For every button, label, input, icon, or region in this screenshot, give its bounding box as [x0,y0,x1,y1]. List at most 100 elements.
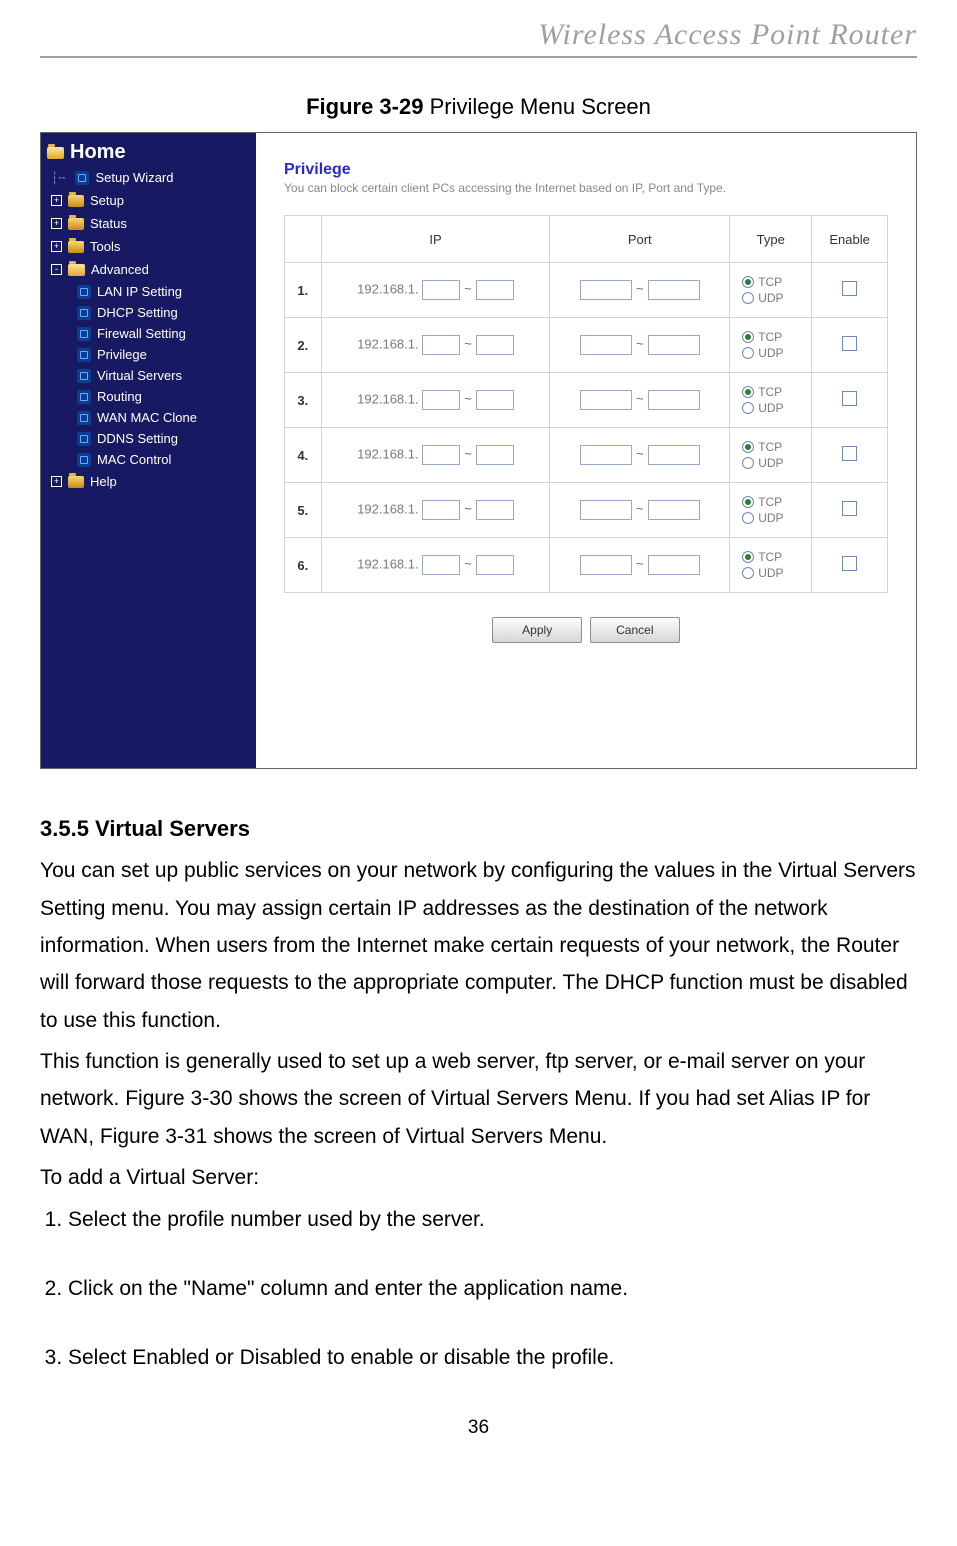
port-to-input[interactable] [648,445,700,465]
port-to-input[interactable] [648,500,700,520]
type-udp-radio[interactable] [742,457,754,469]
type-tcp-label: TCP [758,385,782,399]
type-cell: TCPUDP [730,373,812,428]
nav-label: Tools [90,239,120,254]
collapse-icon[interactable]: - [51,264,62,275]
nav-sub-label: Virtual Servers [97,368,182,383]
nav-sub-label: MAC Control [97,452,171,467]
ip-to-input[interactable] [476,280,514,300]
nav-sub-dhcp[interactable]: DHCP Setting [41,302,256,323]
nav-sub-mac-control[interactable]: MAC Control [41,449,256,470]
range-separator: ~ [636,391,644,406]
nav-item-tools[interactable]: + Tools [41,235,256,258]
type-tcp-radio[interactable] [742,441,754,453]
doc-icon [77,306,91,320]
type-tcp-label: TCP [758,440,782,454]
nav-sub-ddns[interactable]: DDNS Setting [41,428,256,449]
ip-from-input[interactable] [422,280,460,300]
doc-icon [77,432,91,446]
ip-from-input[interactable] [422,390,460,410]
type-udp-radio[interactable] [742,292,754,304]
apply-button[interactable]: Apply [492,617,582,643]
expand-icon[interactable]: + [51,241,62,252]
ip-from-input[interactable] [422,555,460,575]
nav-sub-label: Routing [97,389,142,404]
ip-to-input[interactable] [476,335,514,355]
step-2: Click on the "Name" column and enter the… [68,1270,917,1307]
enable-checkbox[interactable] [842,501,857,516]
expand-icon[interactable]: + [51,195,62,206]
table-row: 3.192.168.1. ~~TCPUDP [285,373,888,428]
type-tcp-radio[interactable] [742,276,754,288]
port-from-input[interactable] [580,500,632,520]
nav-item-setup[interactable]: + Setup [41,189,256,212]
type-udp-radio[interactable] [742,567,754,579]
paragraph-1: You can set up public services on your n… [40,852,917,1039]
port-from-input[interactable] [580,280,632,300]
type-cell: TCPUDP [730,483,812,538]
port-cell: ~ [550,538,730,593]
nav-sub-virtual-servers[interactable]: Virtual Servers [41,365,256,386]
nav-item-advanced[interactable]: - Advanced [41,258,256,281]
range-separator: ~ [636,446,644,461]
doc-icon [77,285,91,299]
type-tcp-label: TCP [758,550,782,564]
ip-to-input[interactable] [476,390,514,410]
type-udp-radio[interactable] [742,347,754,359]
enable-checkbox[interactable] [842,556,857,571]
nav-item-help[interactable]: + Help [41,470,256,493]
enable-checkbox[interactable] [842,281,857,296]
port-from-input[interactable] [580,445,632,465]
port-to-input[interactable] [648,335,700,355]
nav-home[interactable]: Home [41,139,256,166]
type-tcp-radio[interactable] [742,551,754,563]
ip-to-input[interactable] [476,500,514,520]
ip-from-input[interactable] [422,500,460,520]
type-udp-label: UDP [758,456,783,470]
nav-sub-wan-mac[interactable]: WAN MAC Clone [41,407,256,428]
nav-sub-lan-ip[interactable]: LAN IP Setting [41,281,256,302]
enable-checkbox[interactable] [842,391,857,406]
nav-item-status[interactable]: + Status [41,212,256,235]
type-udp-radio[interactable] [742,402,754,414]
port-cell: ~ [550,263,730,318]
nav-item-setup-wizard[interactable]: ┆╌ Setup Wizard [41,166,256,189]
range-separator: ~ [464,446,472,461]
enable-cell [812,428,888,483]
enable-checkbox[interactable] [842,446,857,461]
port-to-input[interactable] [648,280,700,300]
expand-icon[interactable]: + [51,476,62,487]
range-separator: ~ [636,501,644,516]
privilege-table: IP Port Type Enable 1.192.168.1. ~~TCPUD… [284,215,888,593]
panel-desc: You can block certain client PCs accessi… [284,181,888,195]
range-separator: ~ [464,556,472,571]
enable-checkbox[interactable] [842,336,857,351]
table-row: 4.192.168.1. ~~TCPUDP [285,428,888,483]
port-to-input[interactable] [648,390,700,410]
ip-to-input[interactable] [476,555,514,575]
nav-label: Help [90,474,117,489]
folder-open-icon [47,147,64,159]
type-tcp-radio[interactable] [742,496,754,508]
expand-icon[interactable]: + [51,218,62,229]
type-tcp-radio[interactable] [742,386,754,398]
running-header: Wireless Access Point Router [40,18,917,58]
type-udp-radio[interactable] [742,512,754,524]
port-from-input[interactable] [580,555,632,575]
ip-to-input[interactable] [476,445,514,465]
port-from-input[interactable] [580,390,632,410]
ip-cell: 192.168.1. ~ [321,263,550,318]
port-to-input[interactable] [648,555,700,575]
nav-sub-routing[interactable]: Routing [41,386,256,407]
ip-from-input[interactable] [422,335,460,355]
ip-cell: 192.168.1. ~ [321,538,550,593]
cancel-button[interactable]: Cancel [590,617,680,643]
nav-sub-firewall[interactable]: Firewall Setting [41,323,256,344]
nav-label: Status [90,216,127,231]
nav-sub-privilege[interactable]: Privilege [41,344,256,365]
type-tcp-radio[interactable] [742,331,754,343]
ip-from-input[interactable] [422,445,460,465]
nav-sidebar: Home ┆╌ Setup Wizard + Setup + Status [41,133,256,768]
page-number: 36 [40,1417,917,1439]
port-from-input[interactable] [580,335,632,355]
